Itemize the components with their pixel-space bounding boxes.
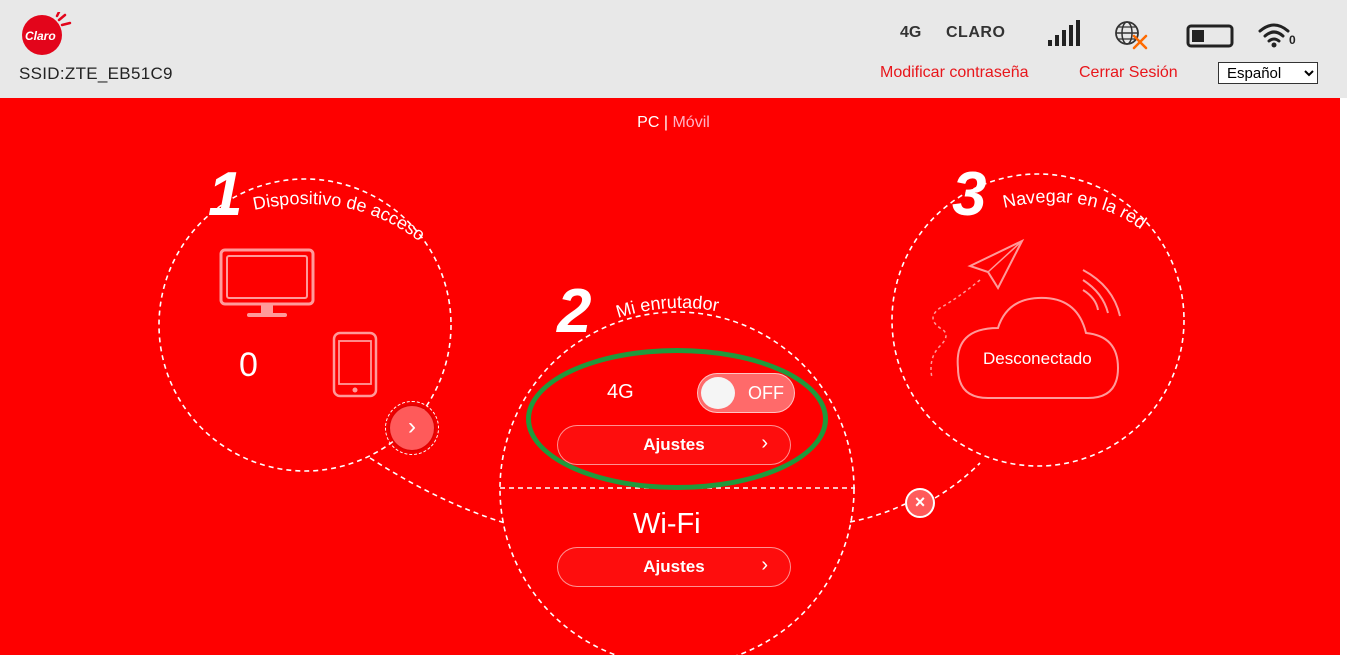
claro-logo: Claro — [22, 12, 72, 55]
svg-text:Claro: Claro — [25, 29, 56, 43]
cloud-network-illustration — [930, 238, 1121, 399]
main-panel: PC | Móvil 1 Dispositivo de acceso 0 › 2… — [0, 98, 1340, 655]
step-2-number: 2 — [557, 277, 592, 346]
step-2-title-arc: Mi enrutador — [614, 292, 721, 322]
carrier-name: CLARO — [946, 24, 1006, 41]
internet-status: Desconectado — [983, 349, 1092, 368]
wifi-client-count: 0 — [1289, 33, 1296, 47]
top-header: Claro SSID:ZTE_EB51C9 4G CLARO 0 Modific… — [0, 0, 1347, 98]
svg-text:Mi enrutador: Mi enrutador — [614, 292, 721, 322]
chevron-right-icon: › — [761, 554, 768, 576]
phone-icon — [332, 331, 378, 398]
language-select[interactable]: Español — [1218, 62, 1318, 84]
monitor-icon — [219, 248, 315, 317]
logout-link[interactable]: Cerrar Sesión — [1079, 64, 1178, 82]
step-2-title: Mi enrutador — [614, 292, 721, 322]
right-edge-strip — [1340, 98, 1347, 655]
step-1-number: 1 — [208, 160, 243, 229]
change-password-link[interactable]: Modificar contraseña — [880, 64, 1029, 82]
step-1-title: Dispositivo de acceso — [251, 188, 429, 245]
wifi-settings-button[interactable]: Ajustes › — [557, 547, 791, 587]
network-type: 4G — [900, 24, 922, 41]
connected-device-count: 0 — [239, 346, 258, 384]
ssid-label: SSID:ZTE_EB51C9 — [19, 64, 173, 83]
highlight-annotation — [526, 348, 828, 490]
wifi-settings-label: Ajustes — [643, 557, 705, 576]
signal-strength-icon — [1048, 20, 1080, 46]
svg-text:Dispositivo de acceso: Dispositivo de acceso — [251, 188, 429, 245]
step-3-number: 3 — [952, 160, 987, 229]
step-3-title: Navegar en la red — [1001, 186, 1150, 233]
globe-disconnected-icon — [1115, 21, 1148, 50]
wifi-label: Wi-Fi — [633, 508, 701, 540]
devices-next-button[interactable]: › — [390, 406, 434, 450]
battery-icon — [1186, 24, 1234, 48]
disconnected-x-icon: × — [905, 488, 935, 518]
chevron-right-icon: › — [408, 413, 416, 440]
svg-text:Navegar en la red: Navegar en la red — [1001, 186, 1150, 233]
